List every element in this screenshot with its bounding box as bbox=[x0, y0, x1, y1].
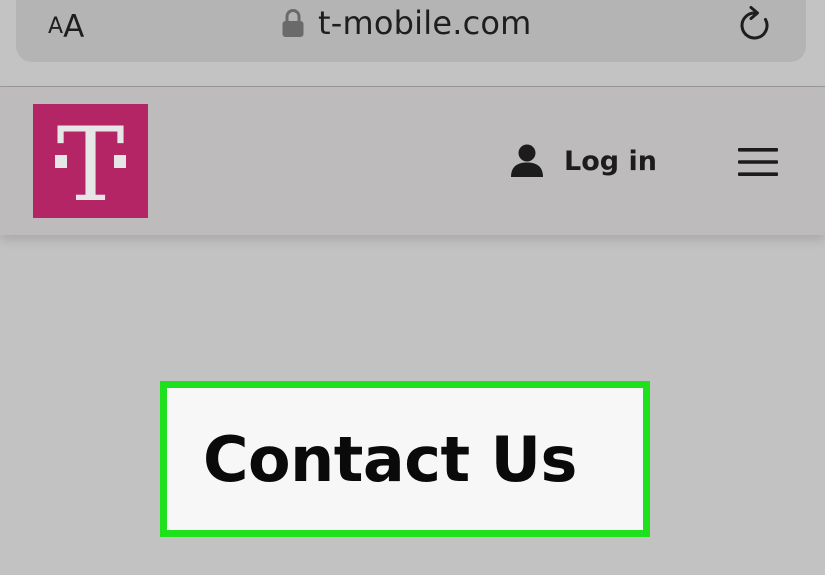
reload-icon[interactable] bbox=[736, 4, 774, 44]
browser-chrome: A A t-mobile.com bbox=[0, 0, 825, 87]
url-text: t-mobile.com bbox=[318, 4, 532, 42]
site-header: T Log in bbox=[0, 87, 825, 235]
lock-icon bbox=[282, 9, 304, 37]
url-field[interactable]: t-mobile.com bbox=[282, 2, 532, 44]
login-link[interactable]: Log in bbox=[510, 143, 657, 179]
hamburger-menu-icon[interactable] bbox=[737, 147, 779, 177]
person-icon bbox=[511, 144, 543, 177]
login-label: Log in bbox=[564, 145, 657, 177]
contact-us-link[interactable]: Contact Us bbox=[203, 414, 577, 506]
text-size-large-label: A bbox=[63, 9, 85, 45]
text-size-button[interactable]: A A bbox=[48, 6, 85, 45]
text-size-small-label: A bbox=[48, 14, 64, 39]
tmobile-logo[interactable]: T bbox=[33, 104, 148, 218]
